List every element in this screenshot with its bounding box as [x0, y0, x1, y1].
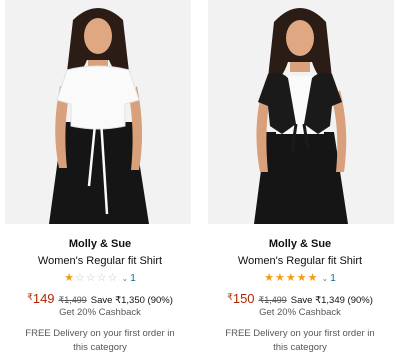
star-icon: ★	[275, 271, 285, 284]
product-grid: Molly & Sue Women's Regular fit Shirt ★ …	[0, 0, 400, 359]
product-photo-illustration	[5, 0, 191, 224]
star-rating: ★ ★ ★ ★ ★	[264, 272, 317, 284]
price: ₹150	[227, 291, 254, 306]
currency-symbol: ₹	[227, 292, 233, 302]
currency-symbol: ₹	[27, 292, 33, 302]
price-row: ₹149 ₹1,499 Save ₹1,350 (90%)	[0, 291, 200, 306]
star-icon: ★	[64, 271, 75, 284]
price-row: ₹150 ₹1,499 Save ₹1,349 (90%)	[200, 291, 400, 306]
cashback-offer: Get 20% Cashback	[259, 307, 341, 318]
product-image[interactable]	[5, 0, 191, 224]
savings-text: Save ₹1,350 (90%)	[90, 295, 173, 306]
product-title[interactable]: Women's Regular fit Shirt	[200, 255, 400, 267]
product-title[interactable]: Women's Regular fit Shirt	[0, 255, 200, 267]
delivery-info: FREE Delivery on your first order in thi…	[25, 328, 175, 353]
star-icon: ★	[264, 271, 275, 284]
rating-count-link[interactable]: 1	[330, 273, 336, 284]
list-price: ₹1,499	[258, 295, 287, 305]
price-value: 150	[232, 291, 255, 306]
star-icon: ☆	[96, 271, 107, 284]
product-image[interactable]	[208, 0, 394, 224]
price: ₹149	[27, 291, 54, 306]
chevron-down-icon[interactable]: ⌄	[122, 274, 129, 283]
product-rating[interactable]: ★ ★ ★ ★ ★ ⌄ 1	[200, 272, 400, 284]
star-icon: ★	[285, 271, 296, 284]
delivery-info: FREE Delivery on your first order in thi…	[225, 328, 375, 353]
product-photo-illustration	[208, 0, 394, 224]
product-rating[interactable]: ★ ☆ ☆ ☆ ☆ ⌄ 1	[0, 272, 200, 284]
price-value: 149	[32, 291, 55, 306]
product-brand[interactable]: Molly & Sue	[0, 238, 200, 250]
product-card[interactable]: Molly & Sue Women's Regular fit Shirt ★ …	[0, 0, 200, 359]
chevron-down-icon[interactable]: ⌄	[322, 274, 329, 283]
star-rating: ★ ☆ ☆ ☆ ☆	[64, 272, 117, 284]
product-card[interactable]: Molly & Sue Women's Regular fit Shirt ★ …	[200, 0, 400, 359]
list-price: ₹1,499	[58, 295, 87, 305]
star-icon: ★	[296, 271, 307, 284]
product-brand[interactable]: Molly & Sue	[200, 238, 400, 250]
cashback-offer: Get 20% Cashback	[59, 307, 141, 318]
star-icon: ☆	[85, 271, 96, 284]
savings-text: Save ₹1,349 (90%)	[290, 295, 373, 306]
star-icon: ☆	[107, 271, 118, 284]
star-icon: ☆	[75, 271, 85, 284]
rating-count-link[interactable]: 1	[130, 273, 136, 284]
star-icon: ★	[307, 271, 318, 284]
